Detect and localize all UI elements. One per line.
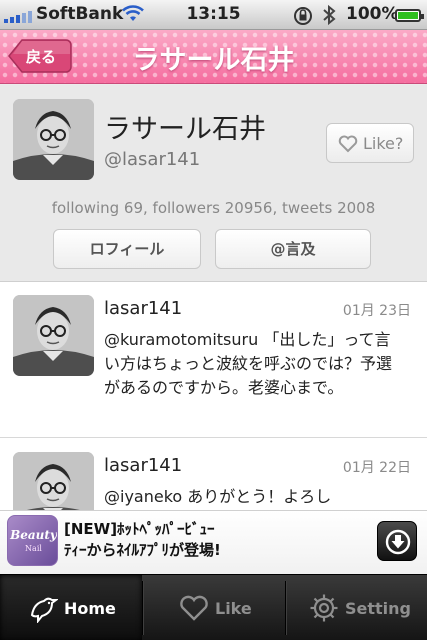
battery-icon	[395, 9, 424, 22]
download-icon	[385, 529, 411, 555]
mentions-button[interactable]: @言及	[215, 229, 371, 269]
tab-like-label: Like	[215, 599, 252, 618]
profile-button[interactable]: ロフィール	[53, 229, 201, 269]
tweet-item[interactable]: lasar141 01月 22日 @iyaneko ありがとう！よろし	[0, 439, 427, 510]
ad-app-icon: Beauty Nail	[7, 515, 58, 566]
nav-title: ラサール石井	[132, 45, 295, 76]
rotation-lock-icon	[292, 6, 314, 31]
gear-icon	[310, 594, 338, 622]
profile-header: ラサール石井 @lasar141 Like? following 69, fol…	[0, 85, 427, 282]
ad-line-1: [NEW]ﾎｯﾄﾍﾟｯﾊﾟｰﾋﾞｭｰ	[64, 520, 215, 538]
tweet-username: lasar141	[104, 298, 183, 319]
tweet-avatar[interactable]	[13, 295, 94, 376]
profile-avatar[interactable]	[13, 99, 94, 180]
tab-setting-label: Setting	[345, 599, 411, 618]
tweet-date: 01月 22日	[342, 460, 411, 476]
bluetooth-icon	[322, 4, 336, 31]
ad-line-2: ﾃｨｰからﾈｲﾙｱﾌﾟﾘが登場!	[64, 541, 221, 559]
navigation-bar: 戻る ラサール石井	[0, 30, 427, 84]
app-screen: SoftBank 13:15 100% 戻る ラサール石井 ラサール石井 @la…	[0, 0, 427, 640]
like-button-label: Like?	[363, 134, 404, 153]
tab-like[interactable]: Like	[143, 575, 285, 640]
battery-percentage: 100%	[346, 4, 399, 24]
profile-handle: @lasar141	[104, 149, 201, 170]
heart-icon	[338, 135, 358, 153]
ad-text: [NEW]ﾎｯﾄﾍﾟｯﾊﾟｰﾋﾞｭｰ ﾃｨｰからﾈｲﾙｱﾌﾟﾘが登場!	[64, 519, 221, 561]
tab-home-label: Home	[64, 599, 116, 618]
tweet-text: @iyaneko ありがとう！よろし	[104, 487, 332, 506]
bird-icon	[30, 597, 58, 623]
tweet-date: 01月 23日	[342, 303, 411, 319]
status-bar: SoftBank 13:15 100%	[0, 0, 427, 30]
tweet-item[interactable]: lasar141 01月 23日 @kuramotomitsuru 「出した」っ…	[0, 282, 427, 438]
like-button[interactable]: Like?	[326, 123, 414, 163]
download-button[interactable]	[377, 521, 417, 561]
tweet-list[interactable]: lasar141 01月 23日 @kuramotomitsuru 「出した」っ…	[0, 282, 427, 510]
tweet-text: @kuramotomitsuru 「出した」って言い方はちょっと波紋を呼ぶのでは…	[104, 330, 393, 397]
heart-icon	[180, 595, 208, 621]
profile-name: ラサール石井	[104, 114, 266, 145]
tab-home[interactable]: Home	[0, 575, 142, 640]
tab-setting[interactable]: Setting	[285, 575, 427, 640]
tweet-username: lasar141	[104, 455, 183, 476]
ad-banner[interactable]: Beauty Nail [NEW]ﾎｯﾄﾍﾟｯﾊﾟｰﾋﾞｭｰ ﾃｨｰからﾈｲﾙｱ…	[0, 510, 427, 574]
tab-bar: Home Like Setting	[0, 574, 427, 640]
profile-stats: following 69, followers 20956, tweets 20…	[51, 199, 376, 217]
tweet-avatar[interactable]	[13, 452, 94, 510]
